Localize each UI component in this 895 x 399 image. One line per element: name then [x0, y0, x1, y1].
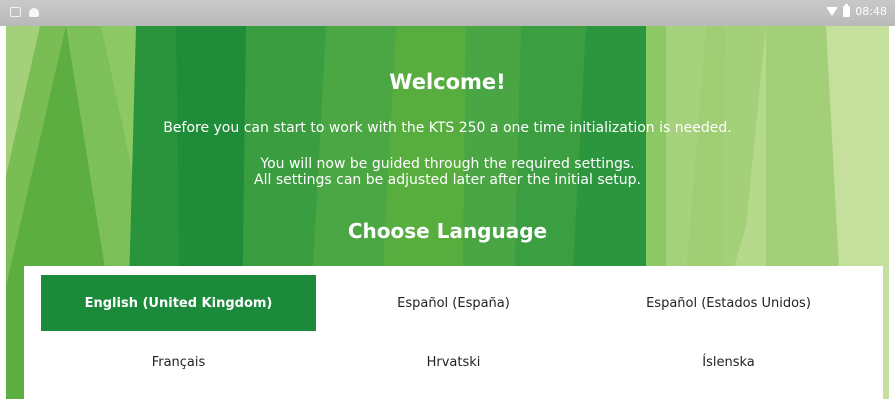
status-time: 08:48: [855, 5, 887, 18]
status-bar-right: 08:48: [826, 4, 887, 18]
frame-left: [0, 26, 6, 399]
wifi-icon: [826, 7, 839, 16]
choose-language-title: Choose Language: [347, 219, 548, 243]
window-icon: [10, 7, 21, 17]
battery-icon: [843, 4, 851, 17]
intro-text: Before you can start to work with the KT…: [163, 120, 732, 136]
screen: 08:48 Welcome! Before you can start to w…: [0, 0, 895, 399]
status-bar-left: [10, 7, 39, 17]
language-option-espanol-espana[interactable]: Español (España): [316, 275, 591, 331]
guide-line-2: All settings can be adjusted later after…: [254, 172, 641, 188]
guide-text: You will now be guided through the requi…: [0, 156, 895, 188]
language-option-francais[interactable]: Français: [41, 334, 316, 390]
frame-right: [889, 26, 895, 399]
status-bar: 08:48: [0, 0, 895, 26]
language-option-english-uk[interactable]: English (United Kingdom): [41, 275, 316, 331]
guide-line-1: You will now be guided through the requi…: [260, 156, 635, 172]
language-option-espanol-estados-unidos[interactable]: Español (Estados Unidos): [591, 275, 866, 331]
language-panel: English (United Kingdom) Español (España…: [24, 266, 883, 399]
welcome-title: Welcome!: [389, 70, 506, 94]
language-option-hrvatski[interactable]: Hrvatski: [316, 334, 591, 390]
android-icon: [29, 7, 39, 17]
language-option-islenska[interactable]: Íslenska: [591, 334, 866, 390]
